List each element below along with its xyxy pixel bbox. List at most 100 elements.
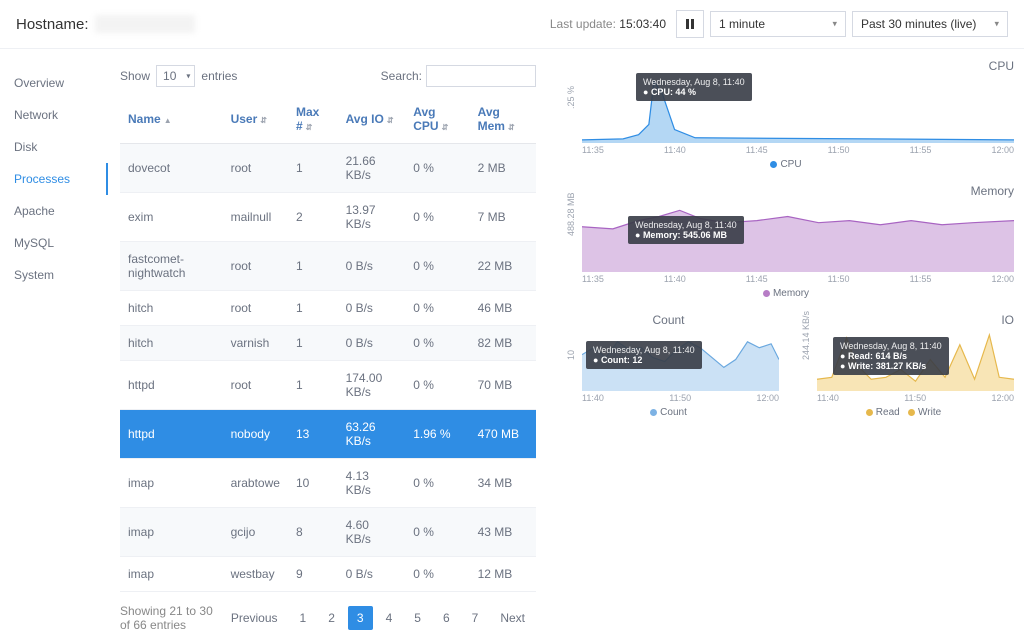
column-max-[interactable]: Max #⇵ bbox=[288, 95, 338, 144]
cell-io: 0 B/s bbox=[338, 291, 406, 326]
x-tick: 11:35 bbox=[582, 145, 604, 155]
sidebar-item-overview[interactable]: Overview bbox=[14, 67, 108, 99]
table-row[interactable]: httpdroot1174.00 KB/s0 %70 MB bbox=[120, 361, 536, 410]
cell-max: 13 bbox=[288, 410, 338, 459]
sidebar-item-processes[interactable]: Processes bbox=[14, 163, 108, 195]
sidebar-item-network[interactable]: Network bbox=[14, 99, 108, 131]
cell-max: 2 bbox=[288, 193, 338, 242]
hostname-label: Hostname: bbox=[16, 16, 89, 33]
x-tick: 11:40 bbox=[582, 393, 604, 403]
cell-user: mailnull bbox=[223, 193, 288, 242]
sort-icon: ⇵ bbox=[260, 116, 267, 125]
x-tick: 12:00 bbox=[991, 274, 1014, 284]
cell-mem: 22 MB bbox=[470, 242, 536, 291]
column-user[interactable]: User⇵ bbox=[223, 95, 288, 144]
column-avg-io[interactable]: Avg IO⇵ bbox=[338, 95, 406, 144]
cell-mem: 43 MB bbox=[470, 508, 536, 557]
sort-icon: ▲ bbox=[164, 116, 172, 125]
cell-cpu: 0 % bbox=[405, 193, 469, 242]
cell-io: 4.13 KB/s bbox=[338, 459, 406, 508]
x-tick: 11:50 bbox=[904, 393, 926, 403]
cell-mem: 70 MB bbox=[470, 361, 536, 410]
sort-icon: ⇵ bbox=[387, 116, 394, 125]
count-legend: Count bbox=[558, 407, 779, 418]
sidebar-item-system[interactable]: System bbox=[14, 259, 108, 291]
range-select[interactable]: Past 30 minutes (live) bbox=[852, 11, 1008, 37]
table-row[interactable]: imapgcijo84.60 KB/s0 %43 MB bbox=[120, 508, 536, 557]
cell-name: httpd bbox=[120, 361, 223, 410]
table-row[interactable]: hitchroot10 B/s0 %46 MB bbox=[120, 291, 536, 326]
cell-mem: 12 MB bbox=[470, 557, 536, 592]
table-row[interactable]: fastcomet-nightwatchroot10 B/s0 %22 MB bbox=[120, 242, 536, 291]
cell-max: 1 bbox=[288, 291, 338, 326]
last-update: Last update: 15:03:40 bbox=[550, 17, 666, 31]
cell-max: 9 bbox=[288, 557, 338, 592]
cell-user: arabtowe bbox=[223, 459, 288, 508]
next-button[interactable]: Next bbox=[491, 606, 534, 630]
column-avg-mem[interactable]: Avg Mem⇵ bbox=[470, 95, 536, 144]
cpu-legend: CPU bbox=[558, 159, 1014, 170]
x-tick: 11:50 bbox=[669, 393, 691, 403]
show-label: Show bbox=[120, 69, 150, 83]
cell-cpu: 0 % bbox=[405, 144, 469, 193]
cell-name: imap bbox=[120, 459, 223, 508]
table-row[interactable]: eximmailnull213.97 KB/s0 %7 MB bbox=[120, 193, 536, 242]
sidebar-item-apache[interactable]: Apache bbox=[14, 195, 108, 227]
count-chart: Count 10 Wednesday, Aug 8, 11:40 ● Count… bbox=[558, 313, 779, 418]
page-5[interactable]: 5 bbox=[405, 606, 430, 630]
sidebar-item-disk[interactable]: Disk bbox=[14, 131, 108, 163]
cell-io: 0 B/s bbox=[338, 326, 406, 361]
sidebar-item-mysql[interactable]: MySQL bbox=[14, 227, 108, 259]
cell-io: 63.26 KB/s bbox=[338, 410, 406, 459]
processes-table: Name▲User⇵Max #⇵Avg IO⇵Avg CPU⇵Avg Mem⇵ … bbox=[120, 95, 536, 592]
table-row[interactable]: imaparabtowe104.13 KB/s0 %34 MB bbox=[120, 459, 536, 508]
cell-cpu: 0 % bbox=[405, 459, 469, 508]
search-input[interactable] bbox=[426, 65, 536, 87]
cell-max: 1 bbox=[288, 326, 338, 361]
table-row[interactable]: imapwestbay90 B/s0 %12 MB bbox=[120, 557, 536, 592]
cell-name: imap bbox=[120, 508, 223, 557]
io-chart-title: IO bbox=[793, 313, 1014, 327]
table-row[interactable]: httpdnobody1363.26 KB/s1.96 %470 MB bbox=[120, 410, 536, 459]
table-row[interactable]: dovecotroot121.66 KB/s0 %2 MB bbox=[120, 144, 536, 193]
prev-button[interactable]: Previous bbox=[222, 606, 287, 630]
x-tick: 11:40 bbox=[817, 393, 839, 403]
page-6[interactable]: 6 bbox=[434, 606, 459, 630]
page-4[interactable]: 4 bbox=[377, 606, 402, 630]
x-tick: 12:00 bbox=[991, 393, 1014, 403]
cell-cpu: 0 % bbox=[405, 508, 469, 557]
cell-name: exim bbox=[120, 193, 223, 242]
cell-user: nobody bbox=[223, 410, 288, 459]
cell-max: 1 bbox=[288, 144, 338, 193]
entries-select[interactable]: 10 bbox=[156, 65, 195, 87]
x-tick: 11:35 bbox=[582, 274, 604, 284]
cell-mem: 470 MB bbox=[470, 410, 536, 459]
count-y-label: 10 bbox=[566, 350, 576, 360]
x-tick: 11:40 bbox=[664, 145, 686, 155]
cell-io: 174.00 KB/s bbox=[338, 361, 406, 410]
search-label: Search: bbox=[381, 69, 422, 83]
pagination: Previous1234567Next bbox=[220, 606, 536, 630]
table-row[interactable]: hitchvarnish10 B/s0 %82 MB bbox=[120, 326, 536, 361]
cpu-chart: CPU .25 % Wednesday, Aug 8, 11:40 ● CPU:… bbox=[558, 59, 1014, 170]
pause-button[interactable] bbox=[676, 10, 704, 38]
x-tick: 12:00 bbox=[991, 145, 1014, 155]
column-avg-cpu[interactable]: Avg CPU⇵ bbox=[405, 95, 469, 144]
page-2[interactable]: 2 bbox=[319, 606, 344, 630]
interval-select[interactable]: 1 minute bbox=[710, 11, 846, 37]
cell-user: gcijo bbox=[223, 508, 288, 557]
cell-io: 21.66 KB/s bbox=[338, 144, 406, 193]
cell-io: 0 B/s bbox=[338, 242, 406, 291]
sort-icon: ⇵ bbox=[306, 123, 313, 132]
page-1[interactable]: 1 bbox=[291, 606, 316, 630]
memory-legend: Memory bbox=[558, 288, 1014, 299]
x-tick: 11:55 bbox=[910, 145, 932, 155]
page-3[interactable]: 3 bbox=[348, 606, 373, 630]
column-name[interactable]: Name▲ bbox=[120, 95, 223, 144]
io-chart: IO 244.14 KB/s Wednesday, Aug 8, 11:40 ●… bbox=[793, 313, 1014, 418]
cell-max: 10 bbox=[288, 459, 338, 508]
sort-icon: ⇵ bbox=[442, 123, 449, 132]
cell-cpu: 0 % bbox=[405, 557, 469, 592]
cpu-chart-title: CPU bbox=[558, 59, 1014, 73]
page-7[interactable]: 7 bbox=[463, 606, 488, 630]
